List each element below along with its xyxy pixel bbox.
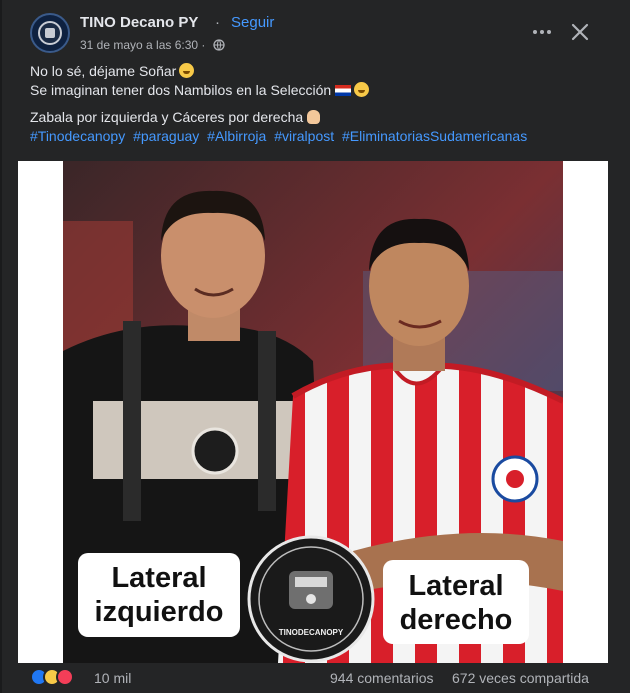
close-icon[interactable]	[568, 20, 592, 44]
love-icon	[56, 668, 74, 686]
more-options-icon[interactable]	[530, 20, 554, 44]
ok-hand-icon	[307, 110, 321, 124]
facebook-post-card: TINO Decano PY · Seguir 31 de mayo a las…	[0, 0, 630, 693]
label-left-back: Lateral izquierdo	[78, 553, 240, 637]
share-count[interactable]: 672 veces compartida	[452, 670, 589, 686]
reaction-icons[interactable]	[30, 668, 90, 688]
hashtag-link[interactable]: #viralpost	[274, 128, 334, 144]
paraguay-flag-icon	[335, 85, 352, 96]
post-header: TINO Decano PY · Seguir 31 de mayo a las…	[30, 12, 610, 56]
meta-separator: ·	[201, 38, 206, 52]
reaction-count[interactable]: 10 mil	[94, 670, 131, 686]
label-left-line-2: izquierdo	[94, 596, 224, 628]
comment-count[interactable]: 944 comentarios	[330, 670, 434, 686]
label-left-line-1: Lateral	[111, 562, 207, 594]
post-date[interactable]: 31 de mayo a las 6:30	[80, 38, 198, 52]
label-right-back: Lateral derecho	[383, 560, 529, 644]
hashtag-link[interactable]: #paraguay	[133, 128, 199, 144]
smile-emoji-icon	[354, 82, 370, 97]
page-name[interactable]: TINO Decano PY	[80, 14, 198, 31]
grinning-emoji-icon	[179, 63, 195, 78]
caption-line-3: Zabala por izquierda y Cáceres por derec…	[30, 109, 304, 125]
follow-button[interactable]: Seguir	[231, 14, 274, 31]
hashtag-link[interactable]: #Albirroja	[207, 128, 266, 144]
name-separator: ·	[215, 14, 220, 31]
page-avatar[interactable]	[30, 13, 70, 53]
label-right-line-2: derecho	[399, 604, 513, 636]
avatar-logo	[38, 21, 62, 45]
hashtag-list: #Tinodecanopy #paraguay #Albirroja #vira…	[30, 127, 600, 146]
caption-line-2: Se imaginan tener dos Nambilos en la Sel…	[30, 82, 332, 98]
post-caption: No lo sé, déjame Soñar Se imaginan tener…	[30, 62, 600, 146]
post-stats: 10 mil 944 comentarios 672 veces compart…	[30, 666, 610, 690]
badge-text: TINODECANOPY	[279, 628, 344, 637]
hashtag-link[interactable]: #EliminatoriasSudamericanas	[342, 128, 527, 144]
post-meta: 31 de mayo a las 6:30 ·	[80, 38, 225, 52]
globe-icon	[213, 39, 225, 51]
caption-line-1: No lo sé, déjame Soñar	[30, 63, 177, 79]
label-right-line-1: Lateral	[408, 570, 504, 602]
hashtag-link[interactable]: #Tinodecanopy	[30, 128, 125, 144]
